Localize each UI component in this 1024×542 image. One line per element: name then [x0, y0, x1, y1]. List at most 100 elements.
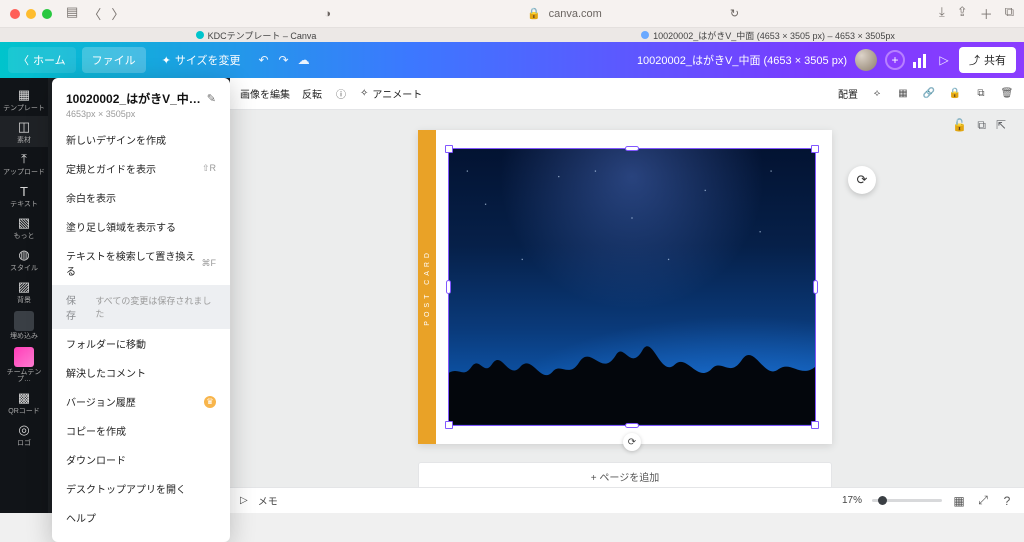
download-icon[interactable]: ⤓: [939, 4, 945, 23]
position-button[interactable]: 配置: [838, 86, 858, 101]
insights-icon[interactable]: [913, 52, 929, 68]
flip-button[interactable]: 反転: [302, 86, 322, 101]
link-icon[interactable]: 🔗: [922, 87, 936, 101]
menu-version-history[interactable]: バージョン履歴♛: [52, 387, 230, 416]
info-icon[interactable]: ⓘ: [334, 87, 348, 101]
menu-help[interactable]: ヘルプ: [52, 503, 230, 532]
undo-icon[interactable]: ↶: [257, 53, 271, 67]
sparkle-icon: ✦: [162, 54, 171, 67]
resize-handle[interactable]: [625, 423, 639, 428]
document-title[interactable]: 10020002_はがきV_中面 (4653 × 3505 px): [637, 52, 847, 68]
resize-handle[interactable]: [625, 146, 639, 151]
notes-label[interactable]: メモ: [258, 493, 278, 508]
file-menu-title[interactable]: 10020002_はがきV_中面 (46…: [66, 90, 201, 107]
menu-show-margins[interactable]: 余白を表示: [52, 183, 230, 212]
flip-label: 反転: [302, 86, 322, 101]
menu-show-bleed[interactable]: 塗り足し領域を表示する: [52, 212, 230, 241]
resize-handle[interactable]: [445, 421, 453, 429]
checker-icon[interactable]: ▦: [896, 87, 910, 101]
rail-more[interactable]: ▧もっと: [0, 212, 48, 243]
rail-qrcode[interactable]: ▩QRコード: [0, 387, 48, 418]
page-duplicate-icon[interactable]: ⧉: [977, 118, 986, 133]
new-tab-icon[interactable]: ＋: [980, 4, 993, 23]
add-collaborator-button[interactable]: +: [885, 50, 905, 70]
close-window-icon[interactable]: [10, 9, 20, 19]
zoom-knob[interactable]: [878, 496, 887, 505]
menu-desktop-app[interactable]: デスクトップアプリを開く: [52, 474, 230, 503]
window-controls[interactable]: [10, 9, 52, 19]
rail-elements[interactable]: ◫素材: [0, 116, 48, 147]
resize-handle[interactable]: [811, 145, 819, 153]
help-icon[interactable]: ?: [1000, 494, 1014, 508]
shortcut: ⇧R: [202, 163, 216, 174]
menu-find-replace[interactable]: テキストを検索して置き換える⌘F: [52, 241, 230, 285]
menu-move-to-folder[interactable]: フォルダーに移動: [52, 329, 230, 358]
postcard-spine[interactable]: POST CARD: [418, 130, 436, 444]
rail-embed[interactable]: 埋め込み: [0, 308, 48, 343]
menu-resolved-comments[interactable]: 解決したコメント: [52, 358, 230, 387]
duplicate-icon[interactable]: ⧉: [974, 87, 988, 101]
back-icon[interactable]: 〈: [88, 4, 101, 23]
address-bar[interactable]: canva.com: [549, 8, 602, 20]
menu-show-rulers[interactable]: 定規とガイドを表示⇧R: [52, 154, 230, 183]
rail-templates[interactable]: ▦テンプレート: [0, 84, 48, 115]
notes-icon[interactable]: ▷: [240, 495, 248, 506]
sidebar-toggle-icon[interactable]: ▤: [66, 4, 78, 23]
menu-download[interactable]: ダウンロード: [52, 445, 230, 474]
tabs-icon[interactable]: ⧉: [1005, 4, 1014, 23]
animate-button[interactable]: ✧アニメート: [360, 86, 422, 101]
browser-tab-1[interactable]: KDCテンプレート – Canva: [0, 29, 512, 42]
lock-icon: 🔒: [527, 7, 541, 20]
share-button[interactable]: ⤴ 共有: [959, 47, 1016, 73]
rotate-handle[interactable]: ⟳: [623, 433, 641, 451]
trash-icon[interactable]: 🗑: [1000, 87, 1014, 101]
artboard[interactable]: POST CARD: [418, 130, 832, 444]
resize-handle[interactable]: [811, 421, 819, 429]
transparency-icon[interactable]: ⟡: [870, 87, 884, 101]
selected-image[interactable]: ⟳: [448, 148, 816, 426]
lock-element-icon[interactable]: 🔒: [948, 87, 962, 101]
rail-team-templates[interactable]: チームテンプ…: [0, 344, 48, 386]
resize-handle[interactable]: [446, 280, 451, 294]
rail-text[interactable]: Tテキスト: [0, 180, 48, 211]
rail-uploads[interactable]: ⤒アップロード: [0, 148, 48, 179]
file-button[interactable]: ファイル: [82, 47, 146, 73]
zoom-slider[interactable]: [872, 499, 942, 502]
menu-label: 解決したコメント: [66, 365, 146, 380]
fullscreen-icon[interactable]: ⤢: [976, 494, 990, 508]
workspace: 画像を編集 反転 ⓘ ✧アニメート 配置 ⟡ ▦ 🔗 🔒 ⧉ 🗑 🔓 ⧉ ⇱ P…: [230, 78, 1024, 513]
rail-styles[interactable]: ◍スタイル: [0, 244, 48, 275]
edit-image-button[interactable]: 画像を編集: [240, 86, 290, 101]
add-page-button[interactable]: + ページを追加: [418, 462, 832, 487]
share-top-icon[interactable]: ⇪: [957, 4, 968, 23]
forward-icon[interactable]: 〉: [111, 4, 124, 23]
sync-styles-button[interactable]: ⟳: [848, 166, 876, 194]
resize-button[interactable]: ✦ サイズを変更: [152, 47, 251, 73]
share-arrow-icon: ⤴: [969, 52, 980, 68]
user-avatar[interactable]: [855, 49, 877, 71]
embed-thumb-icon: [14, 311, 34, 331]
menu-new-design[interactable]: 新しいデザインを作成: [52, 125, 230, 154]
present-icon[interactable]: ▷: [937, 53, 951, 67]
resize-handle[interactable]: [445, 145, 453, 153]
grid-view-icon[interactable]: ▦: [952, 494, 966, 508]
minimize-window-icon[interactable]: [26, 9, 36, 19]
maximize-window-icon[interactable]: [42, 9, 52, 19]
canvas-area[interactable]: 🔓 ⧉ ⇱ POST CARD: [230, 110, 1024, 487]
redo-icon[interactable]: ↷: [277, 53, 291, 67]
save-status: すべての変更は保存されました: [95, 294, 216, 320]
menu-make-copy[interactable]: コピーを作成: [52, 416, 230, 445]
pencil-icon[interactable]: ✎: [207, 92, 216, 105]
zoom-value[interactable]: 17%: [842, 495, 862, 506]
rail-background[interactable]: ▨背景: [0, 276, 48, 307]
resize-handle[interactable]: [813, 280, 818, 294]
rail-logo[interactable]: ◎ロゴ: [0, 419, 48, 450]
reload-icon[interactable]: ↻: [730, 7, 739, 20]
page-lock-icon[interactable]: 🔓: [952, 118, 967, 133]
page-share-icon[interactable]: ⇱: [996, 118, 1006, 133]
home-button[interactable]: 〈 ホーム: [8, 47, 76, 73]
tab-label: KDCテンプレート – Canva: [208, 29, 317, 42]
left-rail: ▦テンプレート ◫素材 ⤒アップロード Tテキスト ▧もっと ◍スタイル ▨背景…: [0, 78, 48, 513]
browser-tab-2[interactable]: 10020002_はがきV_中面 (4653 × 3505 px) – 4653…: [512, 29, 1024, 42]
shield-icon[interactable]: ◑: [324, 8, 331, 20]
